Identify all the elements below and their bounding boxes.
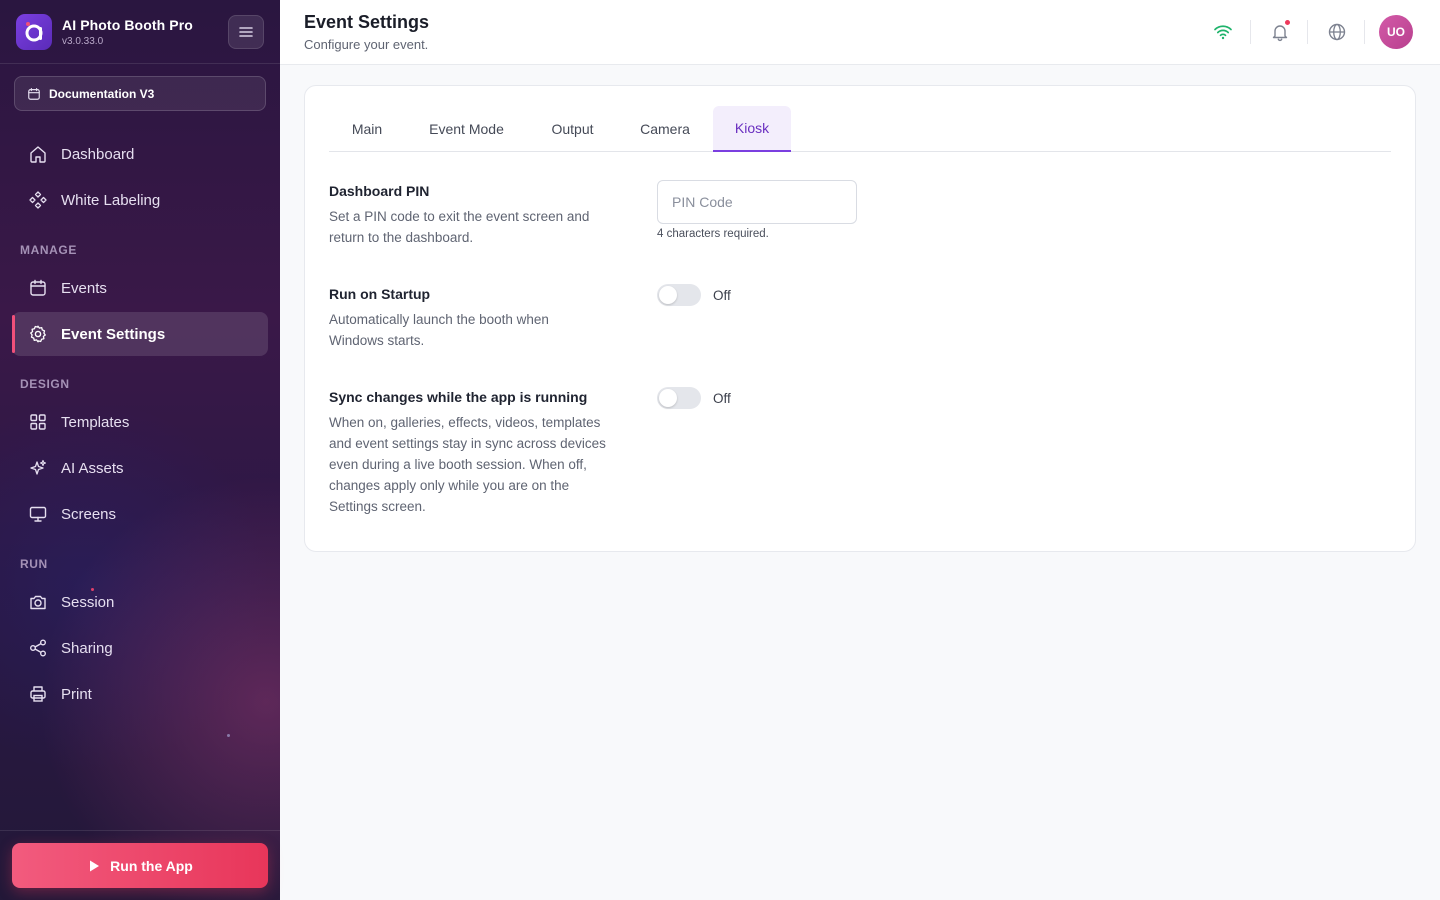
sidebar-item-dashboard[interactable]: Dashboard [12, 132, 268, 176]
sidebar-item-templates[interactable]: Templates [12, 400, 268, 444]
calendar-icon [30, 279, 46, 296]
avatar[interactable]: UO [1379, 15, 1413, 49]
share-icon [30, 639, 46, 657]
hamburger-icon [239, 27, 253, 37]
sidebar-item-label: Events [61, 279, 107, 297]
tab-camera[interactable]: Camera [617, 106, 713, 152]
startup-state-label: Off [713, 288, 731, 303]
sidebar-item-print[interactable]: Print [12, 672, 268, 716]
notifications-button[interactable] [1266, 18, 1294, 46]
page-title: Event Settings [304, 12, 430, 32]
sidebar-item-label: Dashboard [61, 145, 135, 163]
play-icon [90, 860, 100, 871]
wifi-icon [1214, 25, 1232, 40]
divider [1364, 20, 1365, 44]
app-logo-icon [16, 14, 52, 50]
startup-toggle[interactable] [657, 284, 701, 306]
tab-kiosk[interactable]: Kiosk [713, 106, 791, 152]
run-app-button[interactable]: Run the App [12, 843, 268, 888]
sidebar-item-events[interactable]: Events [12, 266, 268, 310]
page-subtitle: Configure your event. [304, 37, 429, 52]
startup-title: Run on Startup [329, 286, 431, 302]
app-name: AI Photo Booth Pro [62, 17, 193, 33]
sidebar-item-white-labeling[interactable]: White Labeling [12, 178, 268, 222]
pin-title: Dashboard PIN [329, 183, 430, 199]
calendar-icon [28, 87, 40, 100]
decorative-dot [227, 734, 230, 737]
section-label-design: DESIGN [20, 377, 70, 391]
pin-input[interactable] [657, 180, 857, 224]
app-version: v3.0.33.0 [62, 36, 104, 47]
menu-toggle-button[interactable] [228, 15, 264, 49]
top-header: Event Settings Configure your event. UO [280, 0, 1440, 65]
globe-icon [1328, 23, 1346, 41]
monitor-icon [29, 506, 47, 522]
sync-toggle[interactable] [657, 387, 701, 409]
sidebar-item-screens[interactable]: Screens [12, 492, 268, 536]
sync-title: Sync changes while the app is running [329, 389, 588, 405]
home-icon [30, 146, 46, 163]
grid-icon [30, 414, 46, 430]
section-label-manage: MANAGE [20, 243, 77, 257]
sidebar-item-label: Event Settings [61, 325, 166, 343]
decorative-dot [91, 588, 94, 591]
sidebar-item-label: White Labeling [61, 191, 161, 209]
startup-description: Automatically launch the booth when Wind… [329, 312, 549, 348]
sidebar-item-label: AI Assets [61, 459, 124, 477]
sync-description: When on, galleries, effects, videos, tem… [329, 415, 606, 514]
event-selector[interactable]: Documentation V3 [14, 76, 266, 111]
pin-description: Set a PIN code to exit the event screen … [329, 209, 590, 245]
sparkles-icon [30, 459, 47, 475]
divider [1307, 20, 1308, 44]
divider [0, 830, 280, 831]
language-button[interactable] [1323, 18, 1351, 46]
event-name: Documentation V3 [49, 86, 155, 101]
divider [1250, 20, 1251, 44]
sidebar-item-label: Session [61, 593, 115, 611]
sync-state-label: Off [713, 391, 731, 406]
settings-card: Main Event Mode Output Camera Kiosk Dash… [304, 85, 1416, 552]
sidebar-item-label: Screens [61, 505, 117, 523]
components-icon [29, 191, 47, 209]
divider [0, 63, 280, 64]
tab-main[interactable]: Main [329, 106, 405, 152]
sidebar-item-ai-assets[interactable]: AI Assets [12, 446, 268, 490]
section-label-run: RUN [20, 557, 48, 571]
notification-badge [1284, 19, 1291, 26]
wifi-status[interactable] [1209, 18, 1237, 46]
pin-hint: 4 characters required. [657, 228, 769, 240]
tab-output[interactable]: Output [528, 106, 617, 152]
printer-icon [30, 686, 46, 702]
tab-event-mode[interactable]: Event Mode [405, 106, 528, 152]
sidebar-item-label: Print [61, 685, 92, 703]
gear-icon [30, 325, 46, 343]
tab-bar: Main Event Mode Output Camera Kiosk [329, 106, 1391, 152]
sidebar: AI Photo Booth Pro v3.0.33.0 Documentati… [0, 0, 280, 900]
sidebar-item-sharing[interactable]: Sharing [12, 626, 268, 670]
sidebar-item-event-settings[interactable]: Event Settings [12, 312, 268, 356]
brand: AI Photo Booth Pro v3.0.33.0 [16, 14, 193, 50]
camera-icon [30, 595, 46, 610]
sidebar-item-label: Sharing [61, 639, 113, 657]
sidebar-item-session[interactable]: Session [12, 580, 268, 624]
run-app-label: Run the App [110, 857, 193, 874]
sidebar-item-label: Templates [61, 413, 130, 431]
